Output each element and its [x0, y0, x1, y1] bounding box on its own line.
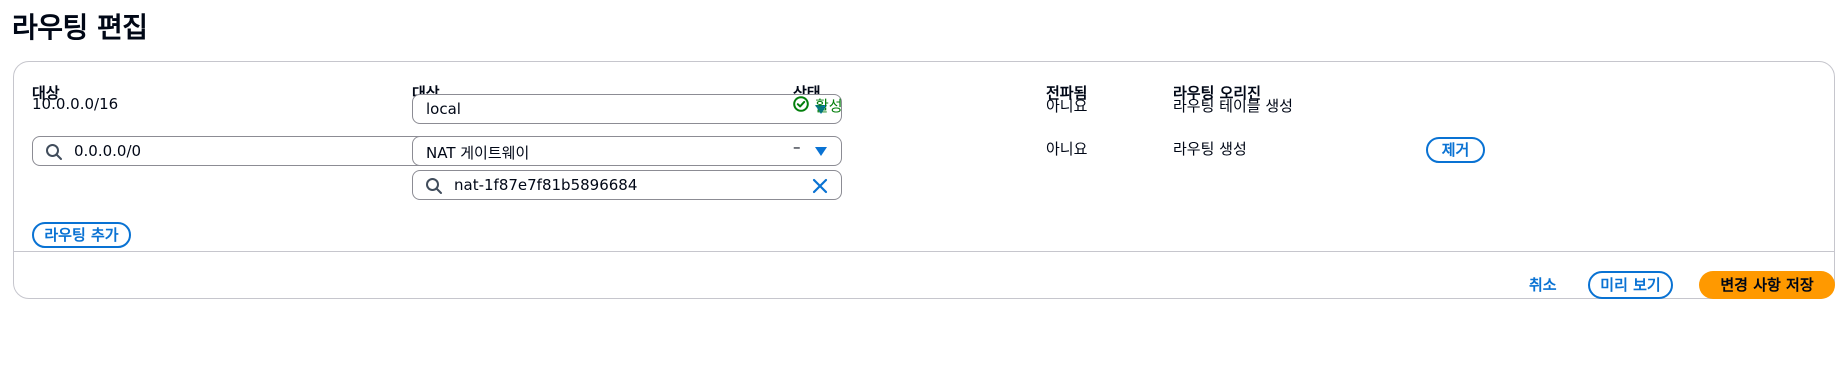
- divider: [14, 251, 1834, 252]
- clear-icon[interactable]: [811, 177, 829, 195]
- remove-route-button[interactable]: 제거: [1426, 137, 1485, 163]
- row1-origin: 라우팅 테이블 생성: [1173, 97, 1293, 115]
- row2-destination-value: 0.0.0.0/0: [74, 142, 142, 160]
- row2-target-select-value: NAT 게이트웨이: [426, 144, 530, 162]
- row1-destination: 10.0.0.0/16: [32, 95, 119, 113]
- routes-panel: 대상 대상 상태 전파됨 라우팅 오리진 10.0.0.0/16 local 활…: [13, 61, 1835, 299]
- row2-origin: 라우팅 생성: [1173, 140, 1247, 158]
- save-changes-button[interactable]: 변경 사항 저장: [1699, 271, 1835, 299]
- add-route-button[interactable]: 라우팅 추가: [32, 222, 131, 248]
- row2-destination-input[interactable]: 0.0.0.0/0: [32, 136, 462, 166]
- page-title: 라우팅 편집: [12, 11, 148, 44]
- preview-button[interactable]: 미리 보기: [1588, 271, 1673, 299]
- cancel-button[interactable]: 취소: [1529, 274, 1557, 295]
- row1-target-select[interactable]: local: [412, 94, 842, 124]
- row2-target-search[interactable]: nat-1f87e7f81b5896684: [412, 170, 842, 200]
- success-check-icon: [793, 96, 809, 112]
- row2-target-select[interactable]: NAT 게이트웨이: [412, 136, 842, 166]
- row1-status-label: 활성: [815, 97, 843, 115]
- row1-propagated: 아니요: [1046, 97, 1088, 115]
- caret-down-icon: [815, 147, 827, 156]
- row2-propagated: 아니요: [1046, 140, 1088, 158]
- search-icon: [46, 144, 62, 160]
- row1-target-select-value: local: [426, 100, 461, 118]
- search-icon: [426, 178, 442, 194]
- row1-status: 활성: [793, 95, 873, 115]
- row2-status: –: [793, 138, 801, 156]
- row2-target-search-value: nat-1f87e7f81b5896684: [454, 176, 638, 194]
